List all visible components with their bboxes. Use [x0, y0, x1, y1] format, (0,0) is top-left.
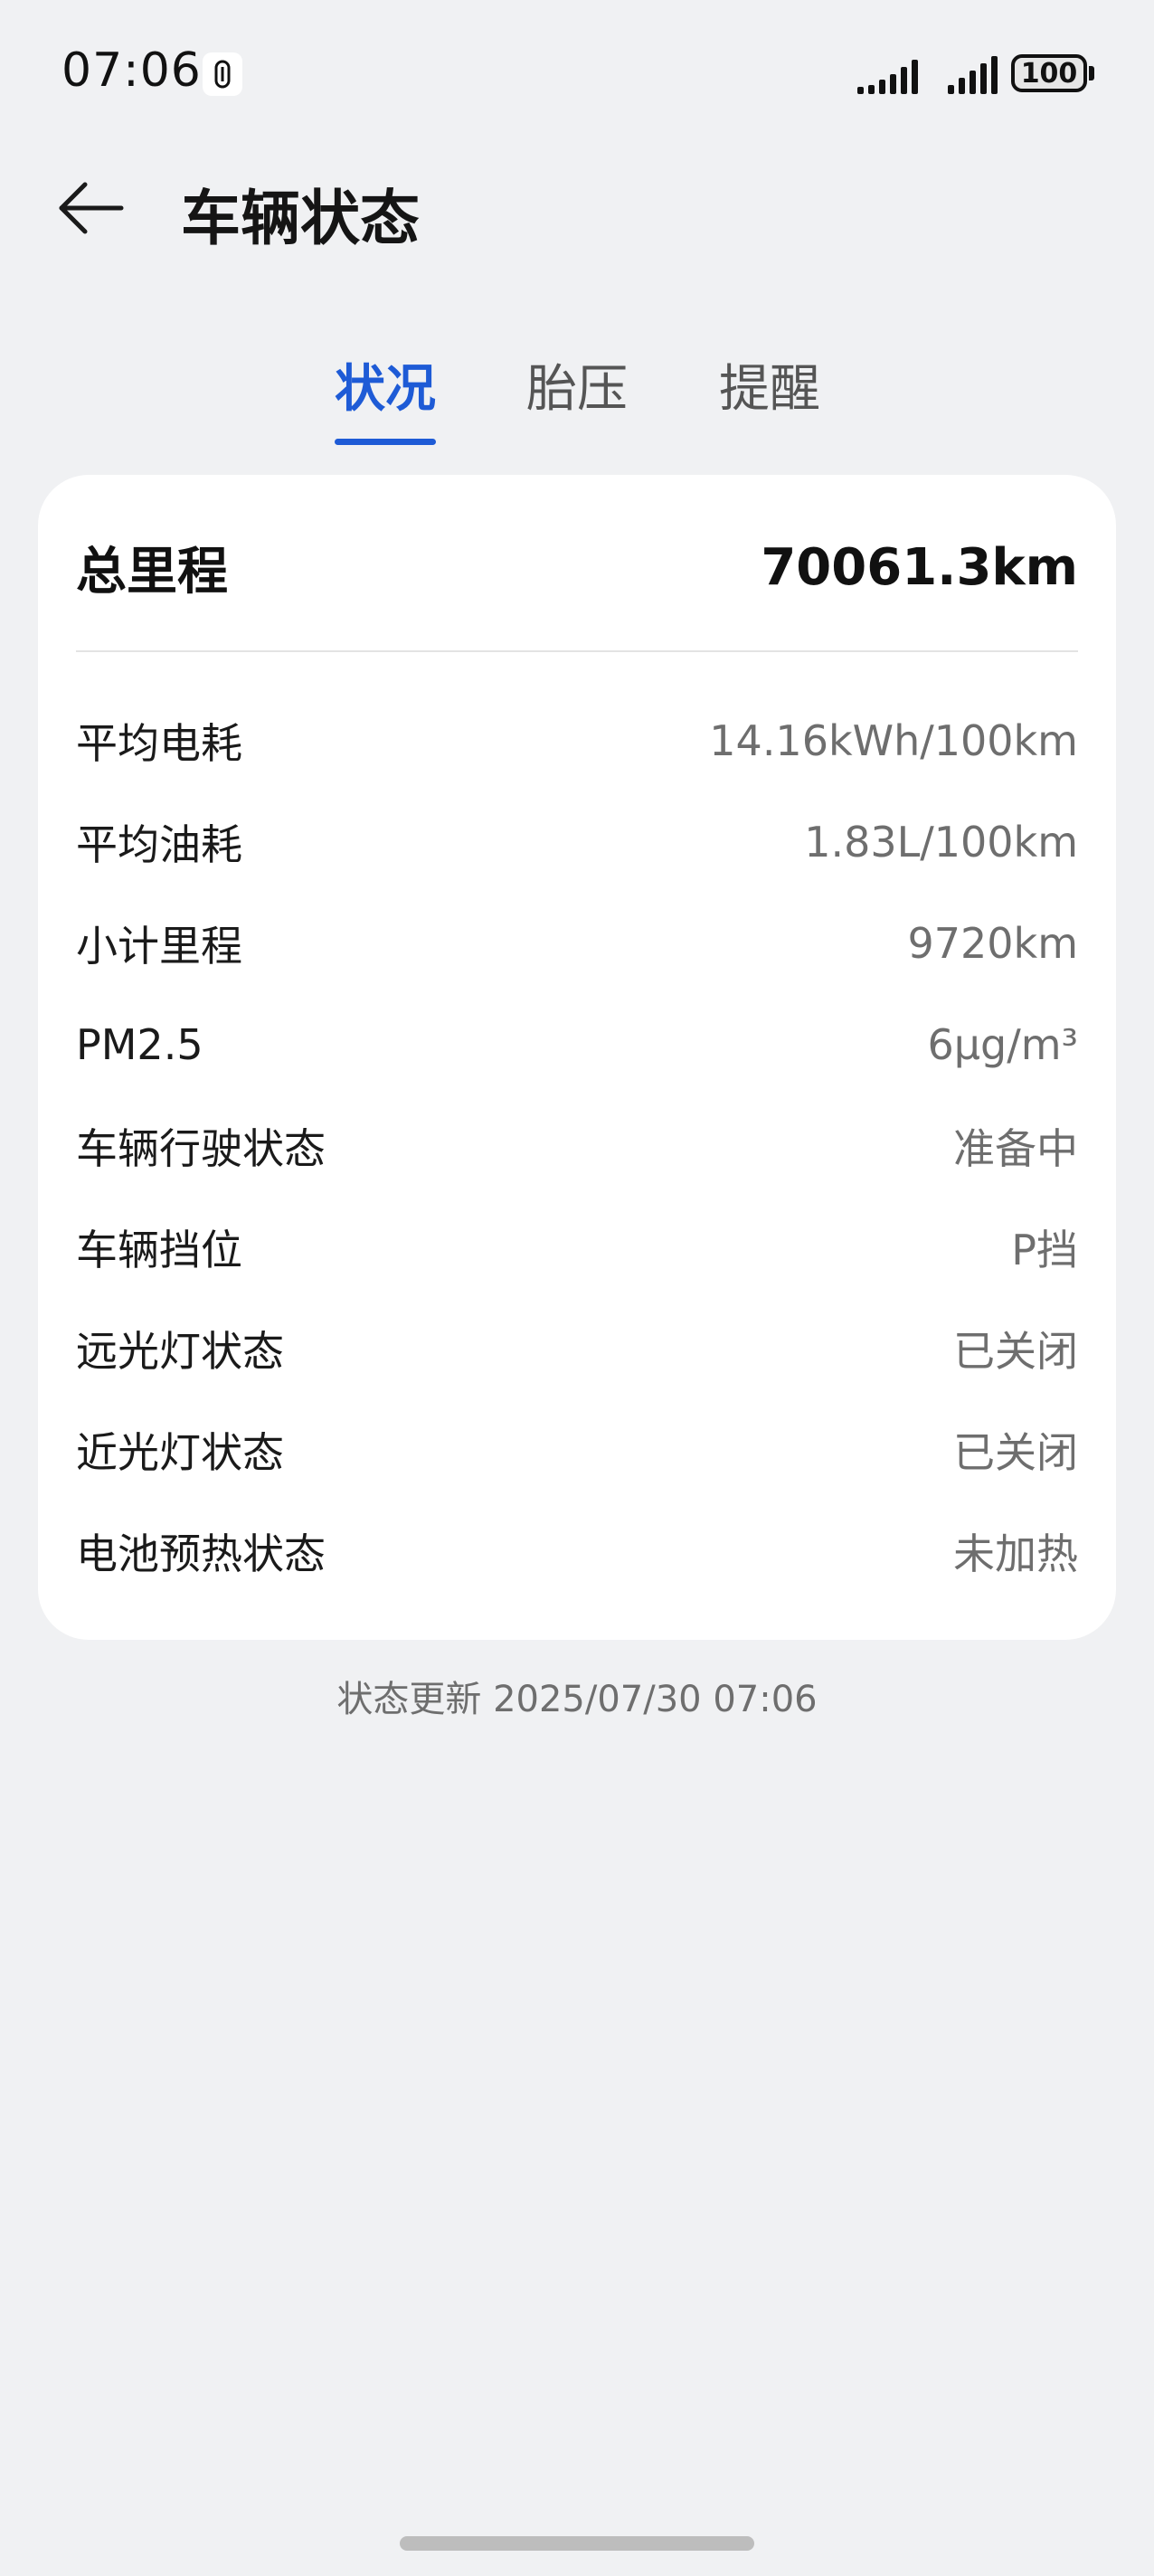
list-item-label: 电池预热状态 [76, 1530, 326, 1578]
back-button[interactable] [54, 172, 127, 244]
list-item: 平均电耗 14.16kWh/100km [76, 705, 1078, 777]
battery-cap [1089, 66, 1094, 80]
app-notification-icon [203, 52, 242, 96]
list-item-value: 1.83L/100km [804, 818, 1078, 867]
status-bar: 07:06 100 [0, 0, 1154, 145]
list-item-label: 车辆行驶状态 [76, 1124, 326, 1173]
list-item-value: P挡 [1011, 1226, 1078, 1274]
battery-icon: 100 [1011, 54, 1087, 92]
signal-strength-icon [857, 54, 918, 94]
list-item-label: 近光灯状态 [76, 1428, 284, 1477]
tab-tire-pressure[interactable]: 胎压 [526, 348, 628, 421]
list-item-value: 6μg/m³ [927, 1020, 1078, 1069]
arrow-left-icon [59, 182, 124, 234]
list-item: 小计里程 9720km [76, 907, 1078, 980]
status-update-timestamp: 状态更新 2025/07/30 07:06 [336, 1679, 818, 1720]
divider [76, 650, 1078, 652]
list-item: 电池预热状态 未加热 [76, 1515, 1078, 1587]
list-item-value: 已关闭 [953, 1428, 1078, 1477]
signal-strength-icon [948, 54, 998, 94]
list-item: 近光灯状态 已关闭 [76, 1414, 1078, 1486]
total-mileage-value: 70061.3km [761, 538, 1078, 597]
list-item-label: 平均油耗 [76, 820, 242, 869]
home-indicator[interactable] [400, 2536, 754, 2551]
list-item: 车辆行驶状态 准备中 [76, 1110, 1078, 1182]
list-item-label: 车辆挡位 [76, 1226, 242, 1274]
list-item: 远光灯状态 已关闭 [76, 1312, 1078, 1385]
tab-reminders[interactable]: 提醒 [719, 348, 820, 421]
list-item-label: 平均电耗 [76, 719, 242, 768]
tab-condition[interactable]: 状况 [335, 348, 436, 421]
list-item-label: PM2.5 [76, 1020, 203, 1069]
total-mileage-row: 总里程 70061.3km [76, 531, 1078, 604]
list-item-value: 14.16kWh/100km [709, 716, 1078, 765]
list-item-value: 9720km [907, 919, 1078, 968]
list-item-value: 准备中 [953, 1124, 1078, 1173]
active-tab-indicator [335, 439, 436, 445]
vehicle-status-card: 总里程 70061.3km 平均电耗 14.16kWh/100km 平均油耗 1… [38, 475, 1116, 1640]
list-item-label: 小计里程 [76, 922, 242, 971]
list-item: PM2.5 6μg/m³ [76, 1009, 1078, 1081]
list-item: 车辆挡位 P挡 [76, 1211, 1078, 1283]
list-item-value: 已关闭 [953, 1327, 1078, 1376]
list-item-value: 未加热 [953, 1530, 1078, 1578]
status-time: 07:06 [61, 43, 202, 98]
list-item: 平均油耗 1.83L/100km [76, 806, 1078, 878]
list-item-label: 远光灯状态 [76, 1327, 284, 1376]
tab-bar: 状况 胎压 提醒 [0, 348, 1154, 457]
total-mileage-label: 总里程 [76, 543, 228, 601]
page-title: 车辆状态 [181, 184, 420, 253]
